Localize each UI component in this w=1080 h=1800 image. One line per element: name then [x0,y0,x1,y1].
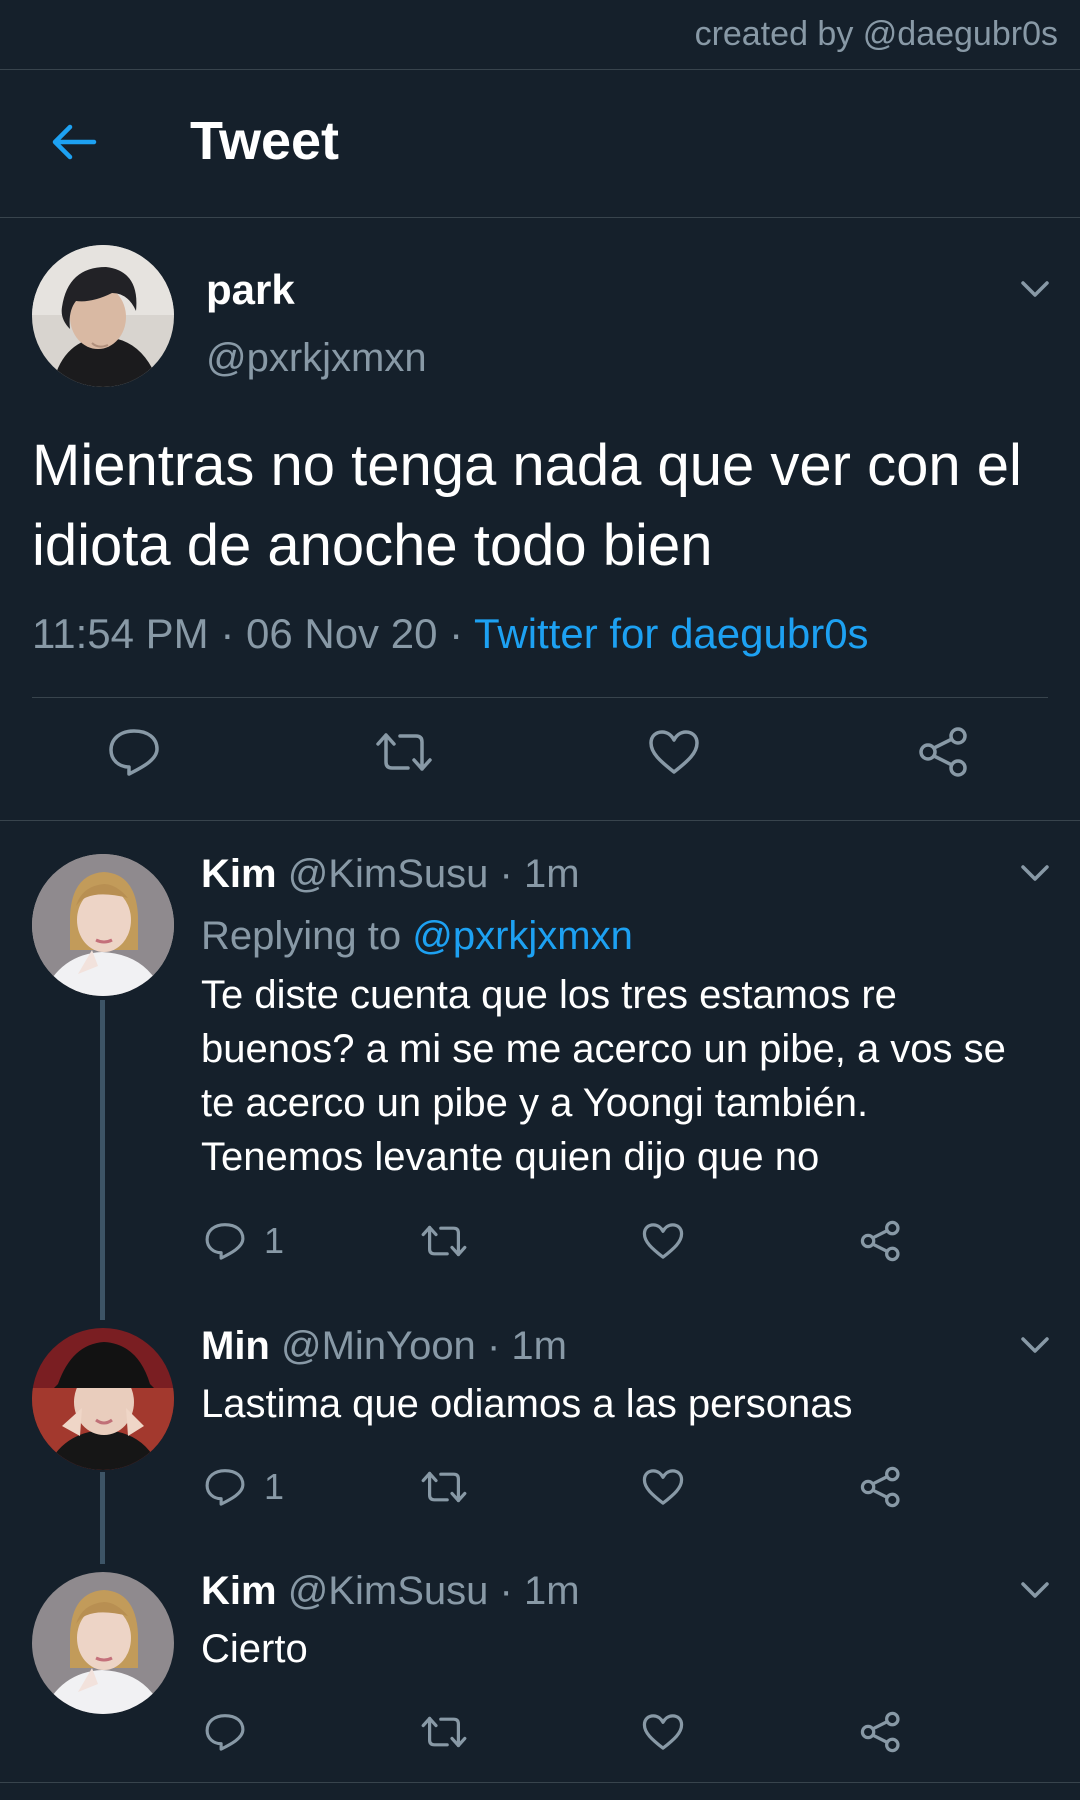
retweet-icon [421,1716,467,1748]
retweet-icon [376,733,432,771]
reply-actions: 1 [0,1216,1080,1272]
reply-author-handle[interactable]: @MinYoon [281,1324,476,1368]
author-name[interactable]: park [206,266,295,314]
avatar-image [32,1572,174,1714]
reply-count: 1 [264,1466,285,1507]
divider [0,820,1080,821]
reply-button[interactable]: 1 [204,1216,284,1266]
share-icon [860,1466,900,1508]
credit-text: created by @daegubr0s [694,15,1058,53]
replying-to: Replying to @pxrkjxmxn [201,914,633,959]
replying-label: Replying to [201,914,402,958]
main-tweet-actions [0,722,1080,794]
reply-header: Kim @KimSusu · 1m [201,1569,580,1614]
reply-author-handle[interactable]: @KimSusu [288,852,489,896]
retweet-button[interactable] [374,722,434,782]
reply-icon [205,1714,245,1751]
chevron-down-icon [1021,1337,1049,1353]
back-button[interactable] [46,114,102,170]
heart-icon [642,1469,684,1505]
reply-time: 1m [523,1569,580,1613]
retweet-button[interactable] [420,1707,468,1757]
reply-author-name[interactable]: Kim [201,1569,277,1613]
reply-author-name[interactable]: Min [201,1324,270,1368]
reply-time: 1m [511,1324,567,1368]
tweet-options-button[interactable] [1014,852,1056,894]
top-bar: Tweet [0,70,1080,218]
share-icon [860,1220,900,1262]
divider [0,1782,1080,1783]
share-button[interactable] [860,1462,902,1512]
reply-text: Lastima que odiamos a las personas [201,1382,853,1426]
tweet-options-button[interactable] [1014,1324,1056,1366]
meta-separator: · [499,852,513,896]
reply-header: Min @MinYoon · 1m [201,1324,567,1369]
share-icon [919,727,967,777]
avatar[interactable] [32,854,174,996]
chevron-down-icon [1021,865,1049,881]
share-button[interactable] [860,1707,902,1757]
reply-text: Te diste cuenta que los tres estamos re … [201,973,1006,1179]
share-button[interactable] [860,1216,902,1266]
divider [32,697,1048,698]
reply-time: 1m [523,852,580,896]
author-handle[interactable]: @pxrkjxmxn [206,336,427,381]
meta-separator: · [486,1324,501,1368]
retweet-icon [421,1471,467,1503]
retweet-icon [421,1225,467,1257]
meta-separator: · [499,1569,513,1613]
chevron-down-icon [1021,1582,1049,1598]
avatar-image [32,854,174,996]
reply-button[interactable] [104,722,164,782]
reply-button[interactable]: 1 [204,1462,284,1512]
reply-actions: 1 [0,1462,1080,1518]
meta-separator: · [437,610,475,657]
reply-author-handle[interactable]: @KimSusu [288,1569,489,1613]
heart-icon [642,1223,684,1259]
reply-header: Kim @KimSusu · 1m [201,852,580,897]
tweet-options-button[interactable] [1014,1569,1056,1611]
tweet-date: 06 Nov 20 [245,610,438,657]
reply-author-name[interactable]: Kim [201,852,277,896]
avatar[interactable] [32,1328,174,1470]
tweet-source-link[interactable]: Twitter for daegubr0s [474,610,869,657]
reply-count: 1 [264,1220,285,1261]
share-icon [860,1711,900,1753]
heart-icon [642,1714,684,1750]
credit-bar: created by @daegubr0s [0,0,1080,70]
avatar-image [32,1328,174,1470]
page-title: Tweet [190,111,340,171]
reply-icon [205,1223,245,1260]
avatar-image [32,245,174,387]
reply-icon [109,729,159,776]
reply-text: Cierto [201,1627,308,1671]
tweet-time: 11:54 PM [32,610,209,657]
avatar[interactable] [32,245,174,387]
meta-separator: · [208,610,246,657]
reply-actions [0,1707,1080,1763]
tweet-options-button[interactable] [1014,268,1056,310]
reply-button[interactable] [204,1707,264,1757]
tweet-text: Mientras no tenga nada que ver con el id… [32,433,1022,578]
like-button[interactable] [642,1216,684,1266]
tweet-meta: 11:54 PM · 06 Nov 20 · Twitter for daegu… [32,610,869,658]
thread-line [100,1000,105,1320]
like-button[interactable] [642,1462,684,1512]
retweet-button[interactable] [420,1462,468,1512]
avatar[interactable] [32,1572,174,1714]
like-button[interactable] [642,1707,684,1757]
like-button[interactable] [644,722,704,782]
back-arrow-icon [52,124,97,160]
reply-icon [205,1469,245,1506]
share-button[interactable] [914,722,974,782]
chevron-down-icon [1021,281,1049,297]
heart-icon [649,730,699,774]
retweet-button[interactable] [420,1216,468,1266]
replying-to-link[interactable]: @pxrkjxmxn [412,914,633,958]
